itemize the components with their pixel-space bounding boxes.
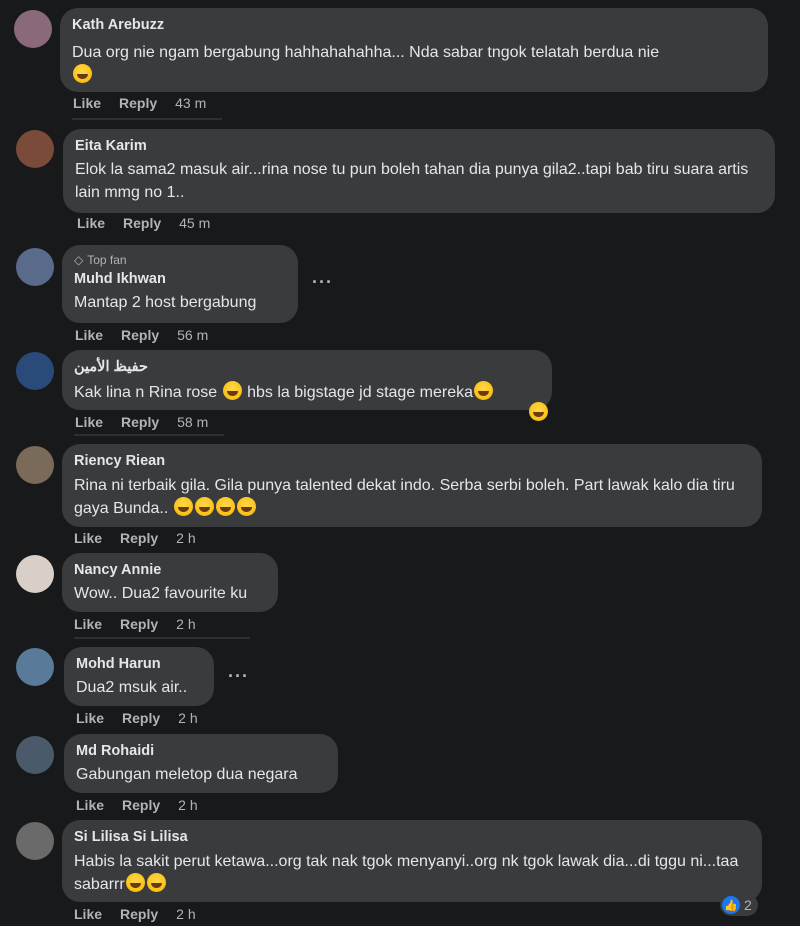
reaction-count-value: 2 xyxy=(744,897,752,913)
commenter-name[interactable]: حفيظ الأمين xyxy=(74,358,540,377)
like-button[interactable]: Like xyxy=(75,414,103,430)
comment-text-body: Dua org nie ngam bergabung hahhahahahha.… xyxy=(72,44,660,61)
comment-timestamp[interactable]: 2 h xyxy=(176,616,195,632)
comment-bubble: Eita Karim Elok la sama2 masuk air...rin… xyxy=(63,129,775,213)
laughing-emoji-icon xyxy=(73,64,92,83)
comment-text-body: Rina ni terbaik gila. Gila punya talente… xyxy=(74,477,735,517)
comment-text: Dua org nie ngam bergabung hahhahahahha.… xyxy=(72,41,756,87)
reply-button[interactable]: Reply xyxy=(121,327,159,343)
like-button[interactable]: Like xyxy=(76,797,104,813)
divider xyxy=(74,434,224,436)
avatar[interactable] xyxy=(16,822,54,860)
scream-emoji-icon xyxy=(222,381,242,400)
comment-bubble: Mohd Harun Dua2 msuk air.. xyxy=(64,647,214,706)
reaction-count[interactable]: 👍 2 xyxy=(720,894,758,916)
sweat-smile-emoji-icon xyxy=(146,873,166,892)
commenter-name[interactable]: Md Rohaidi xyxy=(76,742,326,761)
comment-actions: Like Reply 2 h xyxy=(74,530,196,546)
divider xyxy=(72,118,222,120)
avatar[interactable] xyxy=(16,648,54,686)
commenter-name[interactable]: Si Lilisa Si Lilisa xyxy=(74,828,750,847)
more-options-icon[interactable]: ··· xyxy=(312,272,333,293)
avatar[interactable] xyxy=(16,446,54,484)
laughing-emoji-icon xyxy=(236,497,256,516)
comment-bubble: Riency Riean Rina ni terbaik gila. Gila … xyxy=(62,444,762,527)
like-reaction-icon: 👍 xyxy=(722,896,740,914)
commenter-name[interactable]: Mohd Harun xyxy=(76,655,202,674)
like-button[interactable]: Like xyxy=(77,215,105,231)
commenter-name[interactable]: Eita Karim xyxy=(75,137,763,156)
comment-text: Dua2 msuk air.. xyxy=(76,679,188,696)
comment-actions: Like Reply 45 m xyxy=(77,215,210,231)
commenter-name[interactable]: Riency Riean xyxy=(74,452,750,471)
comment-text: Gabungan meletop dua negara xyxy=(76,766,298,783)
comment-actions: Like Reply 58 m xyxy=(75,414,208,430)
comment-text-body: Kak lina n Rina rose xyxy=(74,384,218,401)
comment-timestamp[interactable]: 43 m xyxy=(175,95,206,111)
reply-button[interactable]: Reply xyxy=(122,710,160,726)
avatar[interactable] xyxy=(16,555,54,593)
avatar[interactable] xyxy=(16,736,54,774)
comment-timestamp[interactable]: 58 m xyxy=(177,414,208,430)
like-button[interactable]: Like xyxy=(74,530,102,546)
comment-actions: Like Reply 43 m xyxy=(73,95,206,111)
top-fan-label: Top fan xyxy=(87,253,127,267)
comment-text-body: Habis la sakit perut ketawa...org tak na… xyxy=(74,853,739,893)
reply-button[interactable]: Reply xyxy=(121,414,159,430)
reply-button[interactable]: Reply xyxy=(120,906,158,922)
commenter-name[interactable]: Kath Arebuzz xyxy=(72,16,756,35)
laughing-emoji-icon xyxy=(215,497,235,516)
comment-timestamp[interactable]: 2 h xyxy=(176,906,195,922)
laughing-emoji-icon xyxy=(173,497,193,516)
comment-timestamp[interactable]: 56 m xyxy=(177,327,208,343)
rofl-emoji-icon xyxy=(474,381,494,400)
avatar[interactable] xyxy=(14,10,52,48)
rofl-emoji-icon xyxy=(125,873,145,892)
like-button[interactable]: Like xyxy=(73,95,101,111)
divider xyxy=(74,637,250,639)
comment-text: Habis la sakit perut ketawa...org tak na… xyxy=(74,850,750,896)
comment-text: Elok la sama2 masuk air...rina nose tu p… xyxy=(75,161,749,201)
comment-text: Mantap 2 host bergabung xyxy=(74,294,257,311)
top-fan-badge: ◇ Top fan xyxy=(74,253,286,268)
comment-timestamp[interactable]: 2 h xyxy=(178,797,197,813)
top-fan-diamond-icon: ◇ xyxy=(74,253,84,267)
comment-actions: Like Reply 2 h xyxy=(74,906,196,922)
laughing-emoji-icon xyxy=(194,497,214,516)
comment-bubble: ◇ Top fan Muhd Ikhwan Mantap 2 host berg… xyxy=(62,245,298,323)
comment-timestamp[interactable]: 45 m xyxy=(179,215,210,231)
comment-text: Rina ni terbaik gila. Gila punya talente… xyxy=(74,474,750,520)
like-button[interactable]: Like xyxy=(74,906,102,922)
like-button[interactable]: Like xyxy=(75,327,103,343)
like-button[interactable]: Like xyxy=(76,710,104,726)
comment-text: Kak lina n Rina rose hbs la bigstage jd … xyxy=(74,381,540,404)
comment-bubble: Si Lilisa Si Lilisa Habis la sakit perut… xyxy=(62,820,762,902)
comment-bubble: حفيظ الأمين Kak lina n Rina rose hbs la … xyxy=(62,350,552,410)
commenter-name[interactable]: Nancy Annie xyxy=(74,561,266,580)
comment-actions: Like Reply 56 m xyxy=(75,327,208,343)
avatar[interactable] xyxy=(16,248,54,286)
comment-timestamp[interactable]: 2 h xyxy=(178,710,197,726)
reply-button[interactable]: Reply xyxy=(120,530,158,546)
comment-actions: Like Reply 2 h xyxy=(76,710,198,726)
reply-button[interactable]: Reply xyxy=(120,616,158,632)
comment-bubble: Nancy Annie Wow.. Dua2 favourite ku xyxy=(62,553,278,612)
avatar[interactable] xyxy=(16,352,54,390)
laughing-emoji-icon xyxy=(529,402,548,421)
reply-button[interactable]: Reply xyxy=(123,215,161,231)
like-button[interactable]: Like xyxy=(74,616,102,632)
avatar[interactable] xyxy=(16,130,54,168)
commenter-name[interactable]: Muhd Ikhwan xyxy=(74,270,286,289)
comment-text: Wow.. Dua2 favourite ku xyxy=(74,585,248,602)
comment-actions: Like Reply 2 h xyxy=(74,616,196,632)
reply-button[interactable]: Reply xyxy=(122,797,160,813)
comment-actions: Like Reply 2 h xyxy=(76,797,198,813)
comment-timestamp[interactable]: 2 h xyxy=(176,530,195,546)
more-options-icon[interactable]: ··· xyxy=(228,666,249,687)
comment-text-body-2: hbs la bigstage jd stage mereka xyxy=(247,384,474,401)
comment-bubble: Kath Arebuzz Dua org nie ngam bergabung … xyxy=(60,8,768,92)
reply-button[interactable]: Reply xyxy=(119,95,157,111)
comment-bubble: Md Rohaidi Gabungan meletop dua negara xyxy=(64,734,338,793)
